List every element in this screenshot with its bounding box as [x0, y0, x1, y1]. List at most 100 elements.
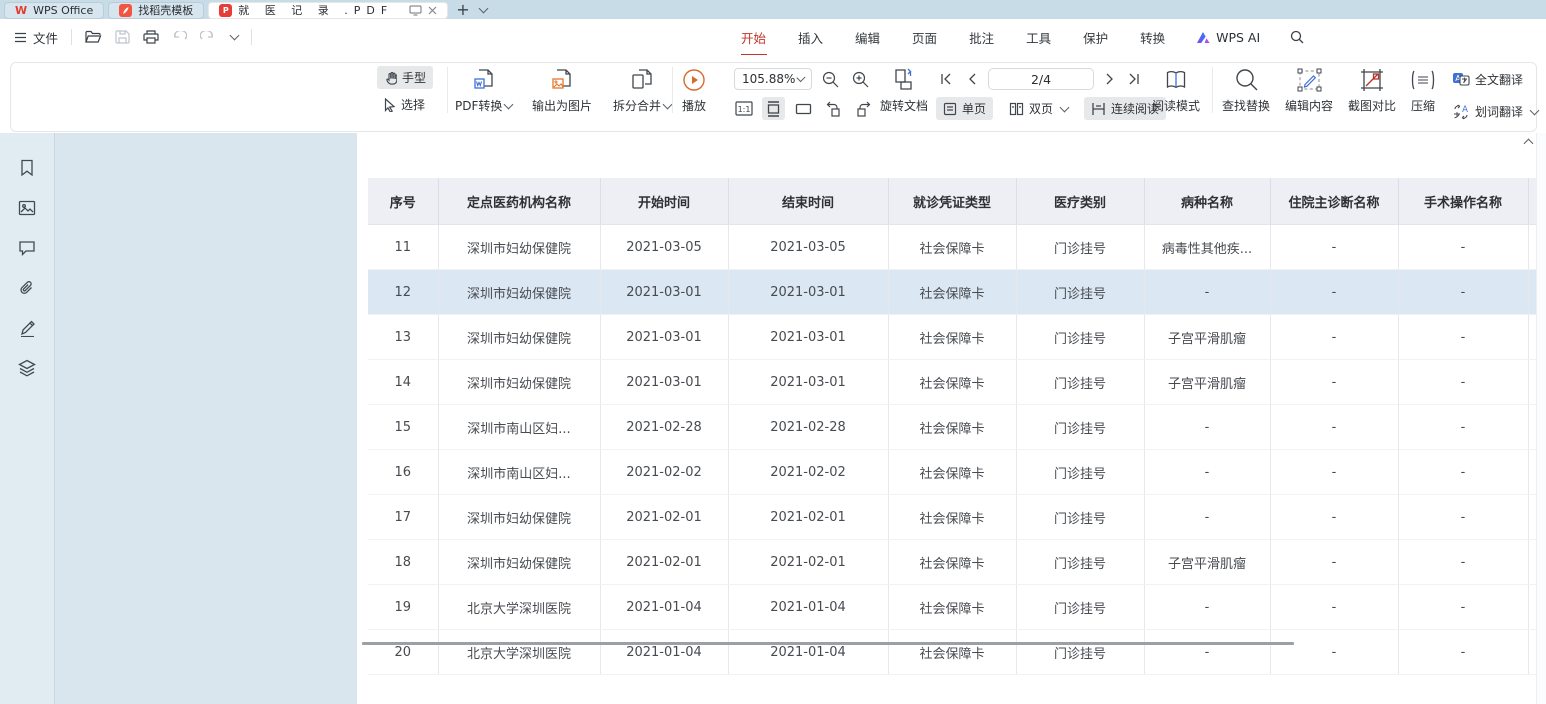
table-row[interactable]: 15深圳市南山区妇...2021-02-282021-02-28社会保障卡门诊挂… [368, 405, 1546, 450]
zoom-out-button[interactable] [820, 68, 840, 90]
hand-tool-label: 手型 [402, 69, 426, 86]
menu-bar: 文件 开始 插入 编辑 页面 批注 [0, 19, 1546, 55]
table-header-cell: 就诊凭证类型 [888, 178, 1016, 225]
play-button[interactable]: 播放 [682, 66, 706, 114]
table-row[interactable]: 13深圳市妇幼保健院2021-03-012021-03-01社会保障卡门诊挂号子… [368, 315, 1546, 360]
table-cell: - [1144, 585, 1270, 630]
read-mode-icon [1164, 66, 1188, 93]
fit-width-button[interactable] [762, 97, 785, 120]
table-row[interactable]: 14深圳市妇幼保健院2021-03-012021-03-01社会保障卡门诊挂号子… [368, 360, 1546, 405]
table-cell: - [1398, 540, 1528, 585]
screenshot-compare-label: 截图对比 [1348, 97, 1396, 114]
ribbon-tab-tools[interactable]: 工具 [1025, 26, 1052, 49]
table-header-cell: 定点医药机构名称 [438, 178, 600, 225]
bookmark-icon[interactable] [17, 158, 37, 178]
file-menu[interactable]: 文件 [14, 28, 58, 47]
signature-icon[interactable] [17, 318, 37, 338]
rotate-right-button[interactable] [852, 97, 875, 120]
comment-icon[interactable] [17, 238, 37, 258]
split-merge-icon [630, 66, 654, 93]
table-row[interactable]: 11深圳市妇幼保健院2021-03-052021-03-05社会保障卡门诊挂号病… [368, 225, 1546, 270]
zoom-level-select[interactable]: 105.88% [734, 68, 812, 90]
split-merge-label: 拆分合并 [613, 97, 661, 114]
next-page-button[interactable] [1100, 68, 1120, 90]
pdf-convert-button[interactable]: PDF转换 [455, 66, 512, 114]
ribbon-tab-protect[interactable]: 保护 [1082, 26, 1109, 49]
split-merge-button[interactable]: 拆分合并 [613, 66, 671, 114]
divider [1212, 67, 1213, 113]
table-row[interactable]: 17深圳市妇幼保健院2021-02-012021-02-01社会保障卡门诊挂号-… [368, 495, 1546, 540]
tab-list-chevron-icon[interactable] [478, 3, 488, 13]
ribbon-tab-home[interactable]: 开始 [740, 26, 767, 49]
vertical-scrollbar[interactable] [1536, 133, 1546, 704]
table-header-cell: 序号 [368, 178, 438, 225]
tab-medical-record-pdf[interactable]: P 就 医 记 录 .PDF [208, 2, 448, 19]
quick-access-toolbar: 文件 [14, 19, 252, 55]
table-row[interactable]: 19北京大学深圳医院2021-01-042021-01-04社会保障卡门诊挂号-… [368, 585, 1546, 630]
new-tab-icon[interactable]: + [456, 2, 469, 18]
table-cell: 门诊挂号 [1016, 630, 1144, 675]
table-cell: - [1398, 585, 1528, 630]
enter-screen-icon[interactable] [409, 5, 422, 16]
table-cell: - [1398, 405, 1528, 450]
find-replace-button[interactable]: 查找替换 [1222, 66, 1270, 114]
edit-content-button[interactable]: 编辑内容 [1285, 66, 1333, 114]
compress-label: 压缩 [1411, 97, 1435, 114]
table-row[interactable]: 16深圳市南山区妇...2021-02-022021-02-02社会保障卡门诊挂… [368, 450, 1546, 495]
word-translate-button[interactable]: A 划词翻译 [1452, 100, 1538, 123]
tab-docer-templates[interactable]: 找稻壳模板 [108, 2, 204, 19]
table-row[interactable]: 20北京大学深圳医院2021-01-042021-01-04社会保障卡门诊挂号-… [368, 630, 1546, 675]
attachment-icon[interactable] [17, 278, 37, 298]
rotate-document-button[interactable]: 旋转文档 [880, 66, 928, 114]
ribbon-tab-convert[interactable]: 转换 [1139, 26, 1166, 49]
actual-size-button[interactable]: 1:1 [732, 97, 755, 120]
wps-ai-button[interactable]: WPS AI [1196, 30, 1260, 45]
table-cell: - [1398, 315, 1528, 360]
layers-icon[interactable] [17, 358, 37, 378]
quick-access-chevron-icon[interactable] [230, 31, 240, 41]
rotate-left-button[interactable] [822, 97, 845, 120]
table-row[interactable]: 12深圳市妇幼保健院2021-03-012021-03-01社会保障卡门诊挂号-… [368, 270, 1546, 315]
tab-wps-office[interactable]: W WPS Office [4, 2, 104, 19]
ribbon-tab-comment[interactable]: 批注 [968, 26, 995, 49]
hand-tool-button[interactable]: 手型 [377, 66, 433, 89]
export-image-button[interactable]: 输出为图片 [532, 66, 592, 114]
collapse-toolbar-icon[interactable] [1522, 136, 1532, 150]
last-page-button[interactable] [1124, 68, 1144, 90]
thumbnails-icon[interactable] [17, 198, 37, 218]
double-page-label: 双页 [1029, 100, 1053, 117]
search-icon[interactable] [1290, 30, 1304, 44]
select-tool-button[interactable]: 选择 [377, 93, 433, 116]
table-cell: 深圳市妇幼保健院 [438, 540, 600, 585]
table-bottom-scrollbar[interactable] [362, 642, 1294, 645]
print-icon[interactable] [143, 30, 159, 44]
compress-button[interactable]: 压缩 [1410, 66, 1436, 114]
previous-page-button[interactable] [962, 68, 982, 90]
first-page-button[interactable] [936, 68, 956, 90]
save-icon[interactable] [115, 30, 130, 44]
ribbon-tab-insert[interactable]: 插入 [797, 26, 824, 49]
single-page-button[interactable]: 单页 [936, 97, 993, 120]
open-file-icon[interactable] [85, 30, 102, 44]
table-cell: - [1398, 630, 1528, 675]
ribbon-tab-page[interactable]: 页面 [911, 26, 938, 49]
fit-page-button[interactable] [792, 97, 815, 120]
redo-icon[interactable] [200, 31, 215, 43]
page-indicator-input[interactable]: 2/4 [988, 68, 1094, 90]
table-cell: 2021-02-28 [728, 405, 888, 450]
undo-icon[interactable] [172, 31, 187, 43]
full-translate-button[interactable]: A 全文翻译 [1452, 68, 1538, 91]
table-cell: 社会保障卡 [888, 315, 1016, 360]
read-mode-label: 阅读模式 [1152, 97, 1200, 114]
close-tab-icon[interactable] [428, 6, 437, 15]
table-cell: 门诊挂号 [1016, 360, 1144, 405]
zoom-in-button[interactable] [850, 68, 870, 90]
table-cell: 门诊挂号 [1016, 225, 1144, 270]
table-row[interactable]: 18深圳市妇幼保健院2021-02-012021-02-01社会保障卡门诊挂号子… [368, 540, 1546, 585]
screenshot-compare-button[interactable]: 截图对比 [1348, 66, 1396, 114]
double-page-button[interactable]: 双页 [1002, 97, 1075, 120]
wps-pdf-window: W WPS Office 找稻壳模板 P 就 医 记 录 .PDF + [0, 0, 1546, 704]
table-cell: 2021-01-04 [600, 630, 728, 675]
ribbon-tab-edit[interactable]: 编辑 [854, 26, 881, 49]
read-mode-button[interactable]: 阅读模式 [1152, 66, 1200, 114]
